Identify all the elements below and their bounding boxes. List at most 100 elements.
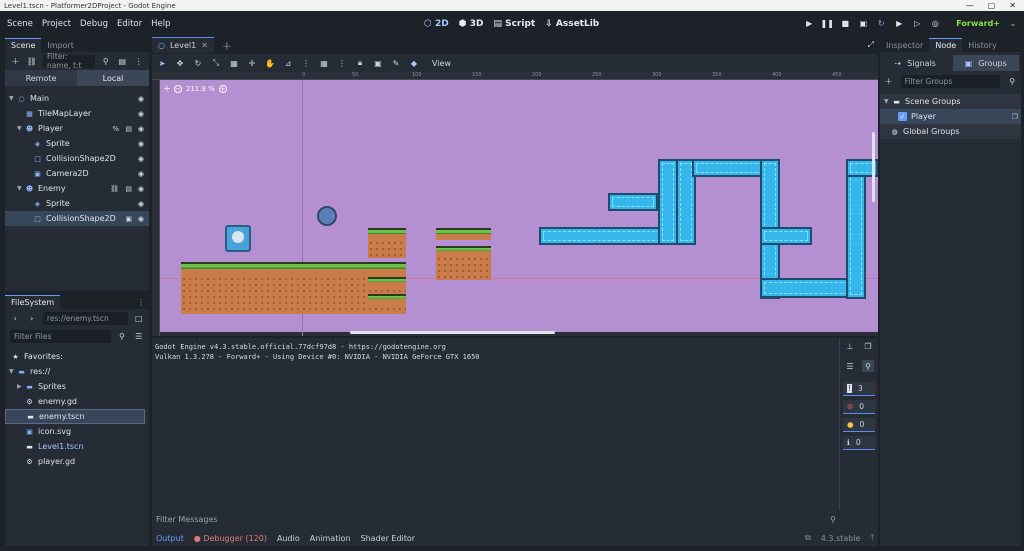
add-tab-icon[interactable]: ＋ [222, 38, 232, 53]
menu-scene[interactable]: Scene [7, 19, 33, 29]
tab-node[interactable]: Node [929, 38, 963, 52]
selectable-nodes-icon[interactable]: ▦ [228, 57, 240, 69]
player-sprite[interactable] [225, 225, 251, 252]
expand-arrow-icon[interactable]: ▶ [17, 383, 25, 390]
script-icon[interactable]: ▤ [125, 125, 132, 133]
search-icon[interactable]: ⚲ [862, 360, 874, 372]
tab-output[interactable]: Output [156, 534, 184, 543]
center-view-icon[interactable]: ✛ [164, 85, 170, 93]
pan-tool-icon[interactable]: ✋ [264, 57, 276, 69]
checkbox-checked-icon[interactable]: ✓ [898, 112, 907, 121]
favorites-row[interactable]: ★ Favorites: [5, 349, 149, 364]
toggle-bottom-panel-icon[interactable]: ⤒ [870, 533, 878, 543]
smart-snap-icon[interactable]: ⋮ [336, 57, 348, 69]
zoom-out-icon[interactable]: − [173, 85, 182, 93]
path-field[interactable]: res://enemy.tscn [42, 311, 128, 325]
eye-icon[interactable]: ◉ [138, 155, 144, 163]
output-text-area[interactable] [152, 338, 840, 510]
back-icon[interactable]: ‹ [10, 312, 20, 324]
file-item-enemy-gd[interactable]: ⚙ enemy.gd [5, 394, 149, 409]
script-icon[interactable]: ▤ [125, 185, 132, 193]
menu-editor[interactable]: Editor [117, 19, 142, 29]
view-menu[interactable]: View [426, 59, 457, 68]
movie-maker-icon[interactable]: ◎ [930, 19, 940, 29]
tree-item-enemy-sprite[interactable]: ◈ Sprite ◉ [5, 196, 149, 211]
zoom-level[interactable]: 211.9 % [186, 85, 215, 93]
eye-icon[interactable]: ◉ [138, 140, 144, 148]
eye-icon[interactable]: ◉ [138, 170, 144, 178]
more-icon[interactable]: ⋮ [133, 296, 149, 309]
ruler-tool-icon[interactable]: ⊿ [282, 57, 294, 69]
remote-debug-icon[interactable]: ▣ [858, 19, 868, 29]
collapse-messages-icon[interactable]: ☰ [844, 360, 856, 372]
instance-icon[interactable]: ⛓ [110, 185, 119, 193]
collapse-arrow-icon[interactable]: ▼ [17, 185, 25, 192]
file-item-icon-svg[interactable]: ▣ icon.svg [5, 424, 149, 439]
global-groups-row[interactable]: ◍ Global Groups [880, 124, 1021, 139]
minimize-icon[interactable]: — [966, 1, 974, 10]
more-icon[interactable]: ⋮ [134, 55, 144, 67]
eye-icon[interactable]: ◉ [138, 95, 144, 103]
snap-options-icon[interactable]: ⋮ [300, 57, 312, 69]
link-icon[interactable]: ⛓ [26, 55, 37, 67]
remote-button[interactable]: Remote [5, 70, 77, 86]
collapse-arrow-icon[interactable]: ▼ [884, 98, 892, 105]
tree-item-enemy-collision[interactable]: □ CollisionShape2D ▣ ◉ [5, 211, 149, 226]
add-group-icon[interactable]: ＋ [883, 75, 895, 87]
add-node-icon[interactable]: ＋ [10, 55, 20, 67]
tab-scene[interactable]: Scene [5, 38, 42, 52]
filter-warnings-toggle[interactable]: ● 0 [843, 418, 875, 432]
toggle-split-icon[interactable]: □ [134, 312, 144, 324]
filter-messages-toggle[interactable]: ! 3 [843, 382, 875, 396]
workspace-2d-button[interactable]: ⬡ 2D [424, 19, 449, 29]
collapse-arrow-icon[interactable]: ▼ [9, 368, 17, 375]
bone-icon[interactable]: ✎ [390, 57, 402, 69]
close-icon[interactable]: ✕ [201, 41, 208, 50]
zoom-in-icon[interactable]: + [218, 85, 227, 93]
menu-project[interactable]: Project [42, 19, 71, 29]
vertical-scrollbar[interactable] [872, 132, 875, 202]
forward-icon[interactable]: › [26, 312, 36, 324]
renderer-selector[interactable]: Forward+ [956, 19, 1000, 28]
pause-icon[interactable]: ❚❚ [821, 19, 834, 29]
scene-tab-level1[interactable]: ○ Level1 ✕ [152, 37, 214, 53]
menu-help[interactable]: Help [151, 19, 170, 29]
workspace-assetlib-button[interactable]: ⇩ AssetLib [545, 19, 599, 29]
tab-history[interactable]: History [962, 39, 1002, 52]
tab-debugger[interactable]: ● Debugger (120) [194, 534, 267, 543]
filter-info-toggle[interactable]: ℹ 0 [843, 436, 875, 450]
filter-messages-input[interactable]: Filter Messages [156, 515, 218, 524]
sort-icon[interactable]: ☰ [133, 330, 144, 342]
tab-audio[interactable]: Audio [277, 534, 300, 543]
eye-icon[interactable]: ◉ [138, 215, 144, 223]
tab-animation[interactable]: Animation [310, 534, 351, 543]
tab-import[interactable]: Import [41, 39, 80, 52]
play-scene-icon[interactable]: ▶ [894, 19, 904, 29]
tree-item-player[interactable]: ▼ ☻ Player % ▤ ◉ [5, 121, 149, 136]
tree-item-enemy[interactable]: ▼ ☻ Enemy ⛓ ▤ ◉ [5, 181, 149, 196]
eye-icon[interactable]: ◉ [138, 110, 144, 118]
group-icon[interactable]: ▣ [372, 57, 384, 69]
select-tool-icon[interactable]: ➤ [156, 57, 168, 69]
play-icon[interactable]: ▶ [804, 19, 814, 29]
group-icon[interactable]: % [112, 125, 119, 133]
workspace-script-button[interactable]: ▤ Script [493, 19, 535, 29]
copy-icon[interactable]: ❐ [862, 340, 874, 352]
clear-output-icon[interactable]: ⊥ [844, 340, 856, 352]
collapse-arrow-icon[interactable]: ▼ [9, 95, 17, 102]
tree-item-player-collision[interactable]: □ CollisionShape2D ◉ [5, 151, 149, 166]
signals-tab[interactable]: ⇢ Signals [882, 55, 949, 71]
enemy-sprite[interactable] [317, 206, 337, 226]
local-button[interactable]: Local [77, 70, 149, 86]
file-item-level1-tscn[interactable]: ▬ Level1.tscn [5, 439, 149, 454]
skeleton-icon[interactable]: ◆ [408, 57, 420, 69]
play-custom-icon[interactable]: ▷ [912, 19, 922, 29]
tree-item-player-sprite[interactable]: ◈ Sprite ◉ [5, 136, 149, 151]
copy-icon[interactable]: ❐ [1012, 113, 1018, 121]
scene-groups-row[interactable]: ▼ ▬ Scene Groups [880, 94, 1021, 109]
filter-options-icon[interactable]: ⚲ [101, 55, 111, 67]
tree-item-camera2d[interactable]: ▣ Camera2D ◉ [5, 166, 149, 181]
pivot-tool-icon[interactable]: ✛ [246, 57, 258, 69]
tree-item-main[interactable]: ▼ ○ Main ◉ [5, 91, 149, 106]
eye-icon[interactable]: ◉ [138, 185, 144, 193]
